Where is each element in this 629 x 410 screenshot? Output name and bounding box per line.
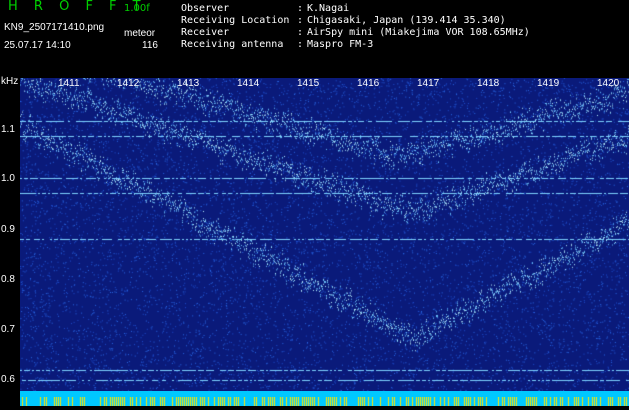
x-tick-label: 1414 [237, 78, 260, 89]
x-tick-label: 1420 [597, 78, 620, 89]
x-tick-label: 1413 [177, 78, 200, 89]
mode-label: meteor [124, 28, 156, 39]
y-tick-label: 0.7 [1, 324, 15, 335]
signal-strength-canvas [20, 397, 629, 406]
y-tick-label: 0.8 [1, 274, 15, 285]
y-tick-label: 0.9 [1, 224, 15, 235]
y-axis: kHz 1.1 1.0 0.9 0.8 0.7 0.6 [0, 76, 20, 400]
x-tick-label: 1415 [297, 78, 320, 89]
receiver-value: AirSpy mini (Miakejima VOR 108.65MHz) [307, 27, 530, 38]
x-tick-label: 1412 [117, 78, 140, 89]
y-tick-label: 1.1 [1, 124, 15, 135]
separator: : [297, 27, 304, 38]
x-tick-label: 1418 [477, 78, 500, 89]
x-tick-label: 1411 [58, 78, 80, 89]
x-tick-label: 1419 [537, 78, 560, 89]
x-tick-label: 1416 [357, 78, 380, 89]
antenna-value: Maspro FM-3 [307, 39, 374, 50]
count-value: 116 [142, 40, 158, 51]
y-axis-unit: kHz [1, 76, 19, 87]
date-time: 25.07.17 14:10 [4, 40, 71, 51]
signal-strength-bar [20, 391, 629, 406]
y-tick-label: 0.6 [1, 374, 15, 385]
location-label: Receiving Location [181, 15, 290, 26]
location-value: Chigasaki, Japan (139.414 35.340) [307, 15, 506, 26]
spectrogram-canvas [20, 78, 629, 391]
spectrogram-plot [20, 78, 629, 391]
observer-label: Observer [181, 3, 230, 14]
app-version: 1.00f [124, 3, 150, 14]
separator: : [297, 15, 304, 26]
file-name: KN9_2507171410.png [4, 22, 105, 33]
separator: : [297, 39, 304, 50]
header-panel: H R O F F T 1.00f KN9_2507171410.png met… [0, 0, 629, 76]
observer-value: K.Nagai [307, 3, 350, 14]
receiver-label: Receiver [181, 27, 230, 38]
x-tick-label: 1417 [417, 78, 440, 89]
separator: : [297, 3, 304, 14]
antenna-label: Receiving antenna [181, 39, 284, 50]
y-tick-label: 1.0 [1, 173, 15, 184]
